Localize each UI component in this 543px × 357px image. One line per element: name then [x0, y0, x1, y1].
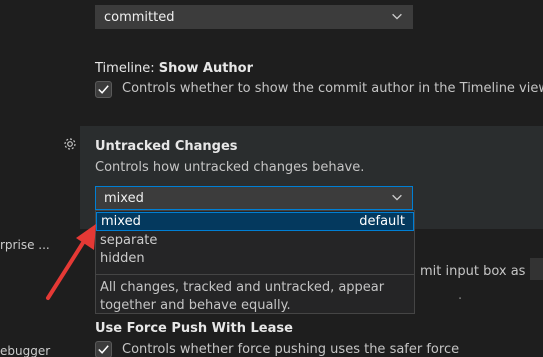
chevron-down-icon — [392, 13, 402, 20]
default-tag: default — [359, 214, 405, 229]
commit-input-text: mit input box as the d — [420, 264, 543, 279]
dropdown-option-hidden[interactable]: hidden — [96, 249, 414, 268]
untracked-changes-dropdown: mixed default separate hidden All change… — [95, 210, 415, 314]
dropdown-option-label: mixed — [101, 214, 141, 229]
annotation-arrow-icon — [46, 224, 96, 300]
settings-sidebar: rprise ... ebugger — [0, 0, 80, 357]
dropdown-option-mixed[interactable]: mixed default — [96, 212, 414, 231]
settings-page: rprise ... ebugger committed Timeline: S… — [0, 0, 543, 357]
force-push-checkbox-label: Controls whether force pushing uses the … — [122, 342, 460, 357]
option-description: All changes, tracked and untracked, appe… — [96, 274, 414, 319]
timeline-date-select[interactable]: committed — [95, 5, 413, 29]
timeline-date-select-value: committed — [104, 9, 175, 25]
show-author-checkbox[interactable] — [95, 81, 112, 98]
untracked-changes-title: Untracked Changes — [95, 139, 238, 154]
dropdown-option-label: separate — [100, 233, 158, 248]
checkmark-icon — [98, 85, 109, 94]
background-dot: . — [458, 288, 463, 303]
dropdown-option-label: hidden — [100, 251, 145, 266]
untracked-changes-description: Controls how untracked changes behave. — [95, 160, 365, 175]
gear-icon[interactable] — [62, 136, 78, 152]
untracked-changes-select[interactable]: mixed — [95, 186, 413, 210]
sidebar-item-debugger[interactable]: ebugger — [0, 344, 50, 357]
force-push-checkbox[interactable] — [95, 341, 112, 357]
show-author-checkbox-label: Controls whether to show the commit auth… — [122, 81, 543, 96]
scrollbar-fragment[interactable] — [530, 258, 543, 280]
show-author-title: Timeline: Show Author — [95, 61, 253, 76]
show-author-title-bold: Show Author — [158, 61, 254, 76]
dropdown-option-separate[interactable]: separate — [96, 231, 414, 250]
show-author-title-prefix: Timeline: — [95, 61, 159, 76]
force-push-title: Use Force Push With Lease — [95, 321, 293, 336]
untracked-changes-select-value: mixed — [104, 190, 144, 206]
chevron-down-icon — [392, 194, 402, 201]
checkmark-icon — [98, 345, 109, 354]
